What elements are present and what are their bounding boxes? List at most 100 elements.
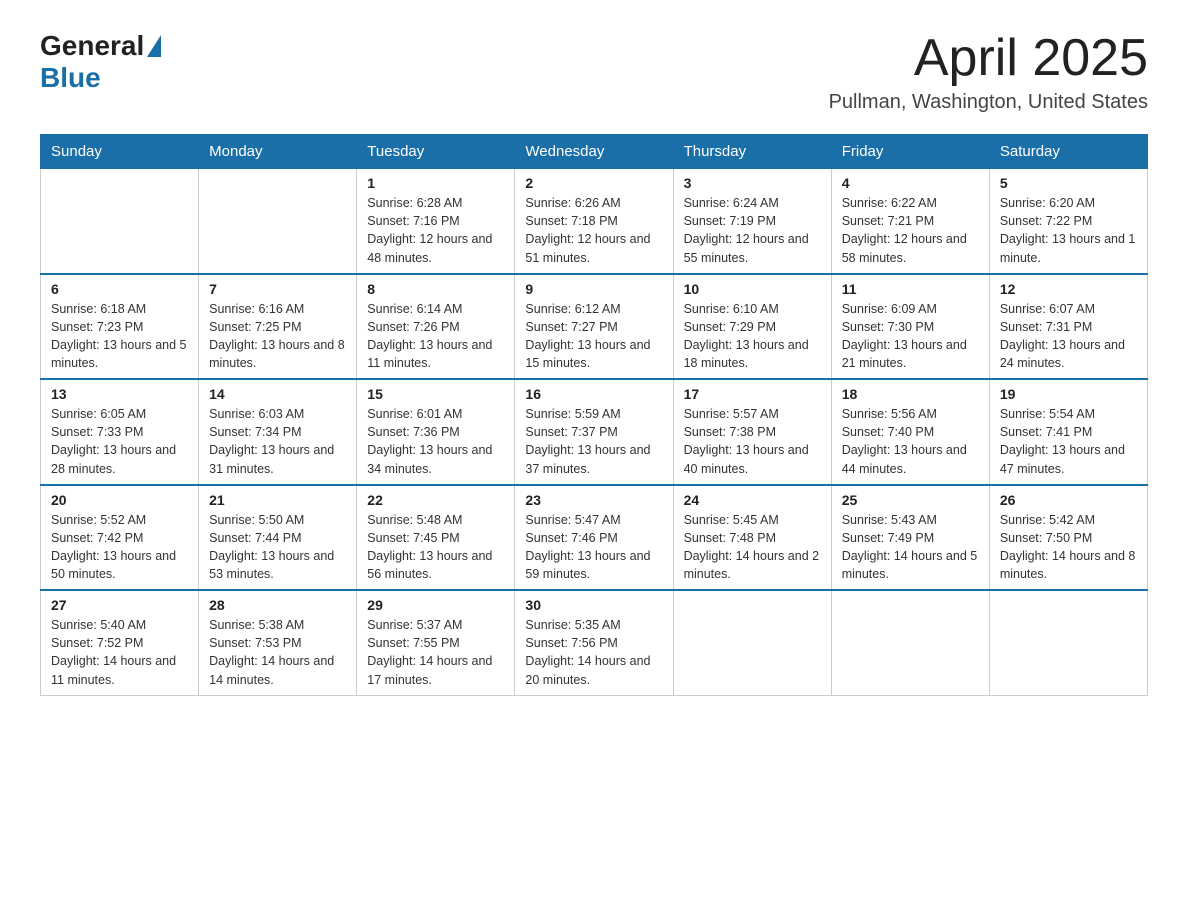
col-header-thursday: Thursday: [673, 135, 831, 169]
day-info: Sunrise: 6:03 AMSunset: 7:34 PMDaylight:…: [209, 405, 346, 478]
day-number: 16: [525, 386, 662, 402]
calendar-cell: 4 Sunrise: 6:22 AMSunset: 7:21 PMDaylight…: [831, 169, 989, 274]
calendar-week-row: 6Sunrise: 6:18 AMSunset: 7:23 PMDaylight…: [41, 274, 1148, 380]
calendar-week-row: 13 Sunrise: 6:05 AMSunset: 7:33 PMDayligh…: [41, 379, 1148, 485]
day-number: 4: [842, 175, 979, 191]
day-info: Sunrise: 5:45 AMSunset: 7:48 PMDaylight:…: [684, 511, 821, 584]
day-info: Sunrise: 6:24 AMSunset: 7:19 PMDaylight:…: [684, 194, 821, 267]
location-subtitle: Pullman, Washington, United States: [829, 91, 1148, 114]
calendar-cell: 16 Sunrise: 5:59 AMSunset: 7:37 PMDayligh…: [515, 379, 673, 485]
calendar-cell: 20Sunrise: 5:52 AMSunset: 7:42 PMDayligh…: [41, 485, 199, 591]
calendar-cell: 28 Sunrise: 5:38 AMSunset: 7:53 PMDayligh…: [199, 590, 357, 695]
col-header-saturday: Saturday: [989, 135, 1147, 169]
day-number: 30: [525, 597, 662, 613]
day-number: 2: [525, 175, 662, 191]
col-header-sunday: Sunday: [41, 135, 199, 169]
calendar-cell: 27Sunrise: 5:40 AMSunset: 7:52 PMDayligh…: [41, 590, 199, 695]
day-info: Sunrise: 5:57 AMSunset: 7:38 PMDaylight:…: [684, 405, 821, 478]
day-info: Sunrise: 6:22 AMSunset: 7:21 PMDaylight:…: [842, 194, 979, 267]
day-info: Sunrise: 6:01 AMSunset: 7:36 PMDaylight:…: [367, 405, 504, 478]
day-number: 12: [1000, 281, 1137, 297]
logo-triangle-icon: [147, 35, 161, 57]
day-number: 22: [367, 492, 504, 508]
col-header-monday: Monday: [199, 135, 357, 169]
calendar-cell: 30 Sunrise: 5:35 AMSunset: 7:56 PMDayligh…: [515, 590, 673, 695]
day-info: Sunrise: 5:42 AMSunset: 7:50 PMDaylight:…: [1000, 511, 1137, 584]
day-info: Sunrise: 6:05 AMSunset: 7:33 PMDaylight:…: [51, 405, 188, 478]
calendar-cell: 29 Sunrise: 5:37 AMSunset: 7:55 PMDayligh…: [357, 590, 515, 695]
day-number: 5: [1000, 175, 1137, 191]
calendar-cell: [673, 590, 831, 695]
calendar-cell: 19 Sunrise: 5:54 AMSunset: 7:41 PMDayligh…: [989, 379, 1147, 485]
day-number: 11: [842, 281, 979, 297]
calendar-cell: 11Sunrise: 6:09 AMSunset: 7:30 PMDayligh…: [831, 274, 989, 380]
calendar-cell: 24 Sunrise: 5:45 AMSunset: 7:48 PMDayligh…: [673, 485, 831, 591]
logo-blue-text: Blue: [40, 62, 101, 94]
calendar-cell: 3 Sunrise: 6:24 AMSunset: 7:19 PMDaylight…: [673, 169, 831, 274]
calendar-cell: 22 Sunrise: 5:48 AMSunset: 7:45 PMDayligh…: [357, 485, 515, 591]
day-info: Sunrise: 5:54 AMSunset: 7:41 PMDaylight:…: [1000, 405, 1137, 478]
calendar-cell: 21Sunrise: 5:50 AMSunset: 7:44 PMDayligh…: [199, 485, 357, 591]
day-info: Sunrise: 6:18 AMSunset: 7:23 PMDaylight:…: [51, 300, 188, 373]
calendar-cell: 8 Sunrise: 6:14 AMSunset: 7:26 PMDaylight…: [357, 274, 515, 380]
day-info: Sunrise: 6:28 AMSunset: 7:16 PMDaylight:…: [367, 194, 504, 267]
day-info: Sunrise: 6:07 AMSunset: 7:31 PMDaylight:…: [1000, 300, 1137, 373]
day-info: Sunrise: 6:20 AMSunset: 7:22 PMDaylight:…: [1000, 194, 1137, 267]
calendar-cell: [831, 590, 989, 695]
day-number: 18: [842, 386, 979, 402]
calendar-cell: 13 Sunrise: 6:05 AMSunset: 7:33 PMDayligh…: [41, 379, 199, 485]
calendar-cell: 23Sunrise: 5:47 AMSunset: 7:46 PMDayligh…: [515, 485, 673, 591]
col-header-wednesday: Wednesday: [515, 135, 673, 169]
calendar-cell: 2Sunrise: 6:26 AMSunset: 7:18 PMDaylight…: [515, 169, 673, 274]
day-info: Sunrise: 5:59 AMSunset: 7:37 PMDaylight:…: [525, 405, 662, 478]
page-header: General Blue April 2025 Pullman, Washing…: [40, 30, 1148, 114]
day-number: 19: [1000, 386, 1137, 402]
logo-general: General: [40, 30, 144, 62]
calendar-cell: [989, 590, 1147, 695]
month-year-title: April 2025: [829, 30, 1148, 87]
calendar-header-row: SundayMondayTuesdayWednesdayThursdayFrid…: [41, 135, 1148, 169]
calendar-cell: 9 Sunrise: 6:12 AMSunset: 7:27 PMDaylight…: [515, 274, 673, 380]
day-number: 25: [842, 492, 979, 508]
col-header-tuesday: Tuesday: [357, 135, 515, 169]
calendar-cell: 12 Sunrise: 6:07 AMSunset: 7:31 PMDayligh…: [989, 274, 1147, 380]
day-info: Sunrise: 5:43 AMSunset: 7:49 PMDaylight:…: [842, 511, 979, 584]
day-number: 3: [684, 175, 821, 191]
day-number: 8: [367, 281, 504, 297]
day-info: Sunrise: 6:14 AMSunset: 7:26 PMDaylight:…: [367, 300, 504, 373]
calendar-cell: 14 Sunrise: 6:03 AMSunset: 7:34 PMDayligh…: [199, 379, 357, 485]
calendar-week-row: 1 Sunrise: 6:28 AMSunset: 7:16 PMDaylight…: [41, 169, 1148, 274]
logo-text: General: [40, 30, 163, 62]
day-number: 26: [1000, 492, 1137, 508]
calendar-cell: 18Sunrise: 5:56 AMSunset: 7:40 PMDayligh…: [831, 379, 989, 485]
calendar-cell: 7Sunrise: 6:16 AMSunset: 7:25 PMDaylight…: [199, 274, 357, 380]
day-number: 28: [209, 597, 346, 613]
calendar-cell: 6Sunrise: 6:18 AMSunset: 7:23 PMDaylight…: [41, 274, 199, 380]
day-info: Sunrise: 6:10 AMSunset: 7:29 PMDaylight:…: [684, 300, 821, 373]
day-info: Sunrise: 5:35 AMSunset: 7:56 PMDaylight:…: [525, 616, 662, 689]
logo: General Blue: [40, 30, 163, 94]
col-header-friday: Friday: [831, 135, 989, 169]
day-number: 9: [525, 281, 662, 297]
day-info: Sunrise: 5:48 AMSunset: 7:45 PMDaylight:…: [367, 511, 504, 584]
calendar-cell: 5 Sunrise: 6:20 AMSunset: 7:22 PMDaylight…: [989, 169, 1147, 274]
day-number: 17: [684, 386, 821, 402]
calendar-cell: 17 Sunrise: 5:57 AMSunset: 7:38 PMDayligh…: [673, 379, 831, 485]
day-number: 1: [367, 175, 504, 191]
calendar-week-row: 20Sunrise: 5:52 AMSunset: 7:42 PMDayligh…: [41, 485, 1148, 591]
day-number: 20: [51, 492, 188, 508]
day-info: Sunrise: 5:37 AMSunset: 7:55 PMDaylight:…: [367, 616, 504, 689]
logo-blue-label: Blue: [40, 62, 101, 93]
day-info: Sunrise: 5:47 AMSunset: 7:46 PMDaylight:…: [525, 511, 662, 584]
day-info: Sunrise: 6:12 AMSunset: 7:27 PMDaylight:…: [525, 300, 662, 373]
calendar-cell: 10 Sunrise: 6:10 AMSunset: 7:29 PMDayligh…: [673, 274, 831, 380]
day-number: 24: [684, 492, 821, 508]
day-number: 10: [684, 281, 821, 297]
calendar-cell: 15Sunrise: 6:01 AMSunset: 7:36 PMDayligh…: [357, 379, 515, 485]
calendar-table: SundayMondayTuesdayWednesdayThursdayFrid…: [40, 134, 1148, 696]
day-number: 29: [367, 597, 504, 613]
calendar-cell: 25 Sunrise: 5:43 AMSunset: 7:49 PMDayligh…: [831, 485, 989, 591]
day-number: 13: [51, 386, 188, 402]
day-info: Sunrise: 5:38 AMSunset: 7:53 PMDaylight:…: [209, 616, 346, 689]
day-number: 14: [209, 386, 346, 402]
